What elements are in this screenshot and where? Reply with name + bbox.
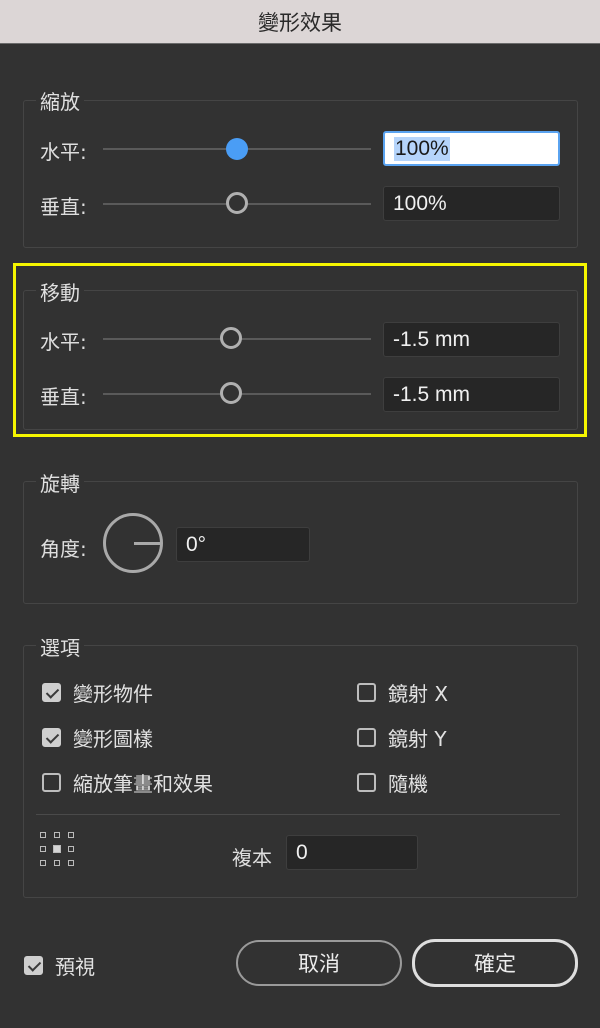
copies-label: 複本 (232, 846, 272, 870)
reflect-y-checkbox[interactable]: 鏡射 Y (357, 723, 447, 752)
preview-label: 預視 (55, 955, 95, 979)
random-label: 隨機 (388, 772, 428, 796)
angle-dial-hand (134, 542, 162, 545)
transform-patterns-check-box[interactable] (42, 728, 61, 747)
move-vertical-input[interactable]: -1.5 mm (383, 377, 560, 412)
options-divider (36, 814, 560, 815)
random-checkbox[interactable]: 隨機 (357, 768, 428, 797)
title-bar: 變形效果 (0, 0, 600, 44)
reflect-x-check-box[interactable] (357, 683, 376, 702)
move-horizontal-label: 水平: (40, 330, 87, 354)
scale-group (23, 100, 578, 248)
transform-objects-checkbox[interactable]: 變形物件 (42, 678, 153, 707)
scale-vertical-value: 100% (393, 191, 447, 215)
scale-vertical-label: 垂直: (40, 195, 87, 219)
scale-strokes-label: 縮放筆畫和效果 (73, 772, 213, 796)
move-horizontal-slider-thumb[interactable] (220, 327, 242, 349)
move-horizontal-value: -1.5 mm (393, 327, 471, 351)
scale-group-label: 縮放 (36, 86, 84, 115)
options-group-label: 選項 (36, 632, 84, 661)
cancel-button-label: 取消 (298, 952, 340, 976)
move-horizontal-input[interactable]: -1.5 mm (383, 322, 560, 357)
random-check-box[interactable] (357, 773, 376, 792)
reflect-y-label: 鏡射 Y (388, 727, 447, 751)
ok-button[interactable]: 確定 (412, 939, 578, 987)
rotate-group-label: 旋轉 (36, 468, 84, 497)
dialog-title: 變形效果 (258, 10, 342, 35)
reflect-y-check-box[interactable] (357, 728, 376, 747)
transform-patterns-checkbox[interactable]: 變形圖樣 (42, 723, 153, 752)
scale-strokes-checkbox[interactable]: 縮放筆畫和效果 (42, 768, 213, 797)
scale-strokes-check-box[interactable] (42, 773, 61, 792)
move-group-label: 移動 (36, 277, 84, 306)
reflect-x-label: 鏡射 X (388, 682, 449, 706)
copies-value: 0 (296, 840, 308, 864)
angle-dial[interactable] (103, 513, 163, 573)
reflect-x-checkbox[interactable]: 鏡射 X (357, 678, 448, 707)
angle-value: 0° (186, 532, 207, 556)
angle-input[interactable]: 0° (176, 527, 310, 562)
preview-check-box[interactable] (24, 956, 43, 975)
transform-objects-label: 變形物件 (73, 682, 153, 706)
transform-objects-check-box[interactable] (42, 683, 61, 702)
scale-vertical-slider-thumb[interactable] (226, 192, 248, 214)
reference-point-icon[interactable] (40, 832, 74, 866)
preview-checkbox[interactable]: 預視 (24, 951, 95, 980)
angle-label: 角度: (40, 537, 87, 561)
move-vertical-value: -1.5 mm (393, 382, 471, 406)
copies-input[interactable]: 0 (286, 835, 418, 870)
move-vertical-label: 垂直: (40, 385, 87, 409)
cancel-button[interactable]: 取消 (236, 940, 402, 986)
move-vertical-slider-thumb[interactable] (220, 382, 242, 404)
scale-horizontal-input[interactable]: 100% (383, 131, 560, 166)
scale-vertical-input[interactable]: 100% (383, 186, 560, 221)
ok-button-label: 確定 (474, 952, 516, 976)
scale-horizontal-slider-thumb[interactable] (226, 138, 248, 160)
scale-horizontal-label: 水平: (40, 140, 87, 164)
scale-horizontal-value: 100% (394, 136, 450, 161)
transform-patterns-label: 變形圖樣 (73, 727, 153, 751)
